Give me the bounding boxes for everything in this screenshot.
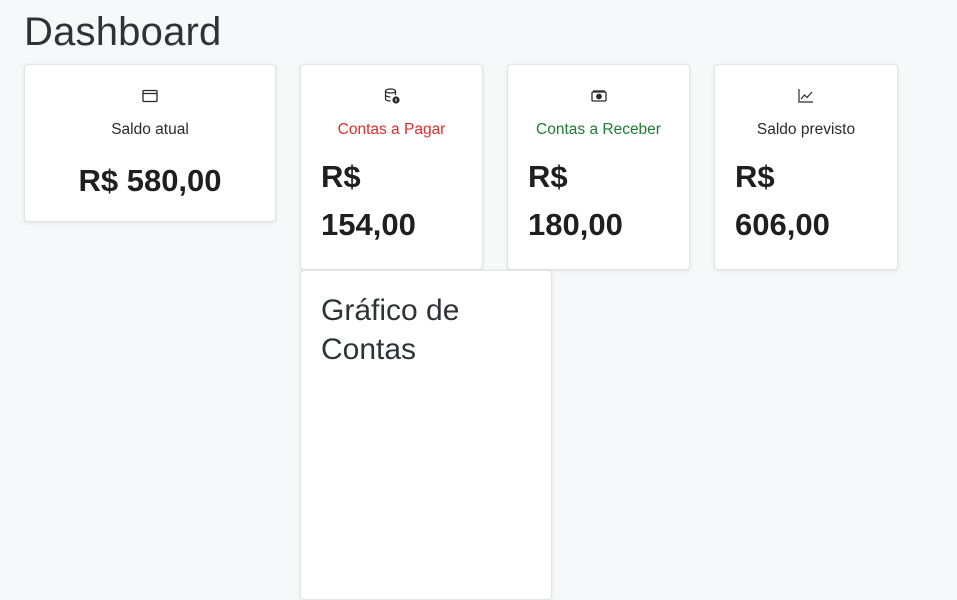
page-title: Dashboard: [24, 10, 222, 54]
chart-card-title: Gráfico de Contas: [321, 294, 460, 366]
wallet-icon: [25, 87, 275, 105]
card-value-amount: 154,00: [321, 207, 416, 242]
card-value-currency: R$: [321, 159, 361, 194]
card-label: Saldo previsto: [756, 121, 856, 138]
card-value-currency: R$: [735, 159, 775, 194]
card-contas-a-receber: Contas a Receber R$ 180,00: [507, 64, 690, 270]
chart-card: Gráfico de Contas: [300, 270, 552, 600]
card-label: Saldo atual: [111, 121, 189, 138]
card-label: Contas a Pagar: [337, 121, 446, 138]
card-value-currency: R$: [528, 159, 568, 194]
trend-chart-icon: [715, 87, 897, 105]
database-coin-icon: [301, 87, 482, 105]
card-saldo-atual: Saldo atual R$ 580,00: [24, 64, 276, 222]
card-contas-a-pagar: Contas a Pagar R$ 154,00: [300, 64, 483, 270]
card-value-amount: 180,00: [528, 207, 623, 242]
card-value: R$ 580,00: [78, 163, 222, 198]
card-label: Contas a Receber: [536, 121, 661, 138]
cash-icon: [508, 87, 689, 105]
card-value-amount: 606,00: [735, 207, 830, 242]
card-saldo-previsto: Saldo previsto R$ 606,00: [714, 64, 898, 270]
